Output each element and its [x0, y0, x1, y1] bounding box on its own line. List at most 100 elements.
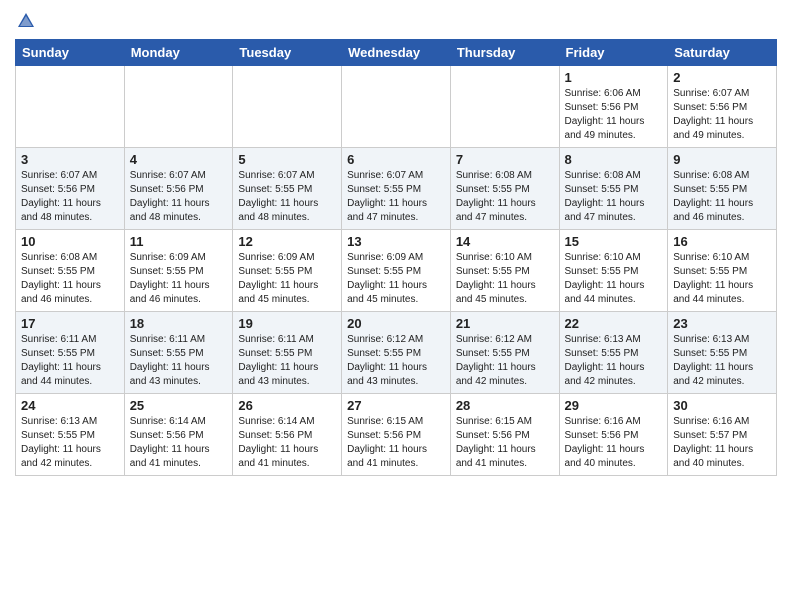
- calendar-week-row: 17 Sunrise: 6:11 AM Sunset: 5:55 PM Dayli…: [16, 312, 777, 394]
- day-info: Sunrise: 6:15 AM Sunset: 5:56 PM Dayligh…: [456, 415, 554, 471]
- calendar-cell: 26 Sunrise: 6:14 AM Sunset: 5:56 PM Dayli…: [233, 394, 342, 476]
- day-number: 11: [130, 234, 228, 249]
- calendar-cell: 7 Sunrise: 6:08 AM Sunset: 5:55 PM Daylig…: [450, 148, 559, 230]
- day-number: 18: [130, 316, 228, 331]
- calendar-cell: 30 Sunrise: 6:16 AM Sunset: 5:57 PM Dayli…: [668, 394, 777, 476]
- col-header-saturday: Saturday: [668, 40, 777, 66]
- calendar-cell: 21 Sunrise: 6:12 AM Sunset: 5:55 PM Dayli…: [450, 312, 559, 394]
- day-number: 30: [673, 398, 771, 413]
- day-info: Sunrise: 6:14 AM Sunset: 5:56 PM Dayligh…: [238, 415, 336, 471]
- day-number: 24: [21, 398, 119, 413]
- day-info: Sunrise: 6:07 AM Sunset: 5:56 PM Dayligh…: [21, 169, 119, 225]
- calendar-cell: 4 Sunrise: 6:07 AM Sunset: 5:56 PM Daylig…: [124, 148, 233, 230]
- day-number: 4: [130, 152, 228, 167]
- calendar-cell: 10 Sunrise: 6:08 AM Sunset: 5:55 PM Dayli…: [16, 230, 125, 312]
- day-info: Sunrise: 6:10 AM Sunset: 5:55 PM Dayligh…: [673, 251, 771, 307]
- day-number: 28: [456, 398, 554, 413]
- calendar-cell: 1Sunrise: 6:06 AM Sunset: 5:56 PM Daylig…: [559, 66, 668, 148]
- logo: [15, 10, 35, 31]
- calendar-cell: 20 Sunrise: 6:12 AM Sunset: 5:55 PM Dayli…: [342, 312, 451, 394]
- day-info: Sunrise: 6:08 AM Sunset: 5:55 PM Dayligh…: [21, 251, 119, 307]
- calendar-cell: [233, 66, 342, 148]
- day-info: Sunrise: 6:07 AM Sunset: 5:55 PM Dayligh…: [347, 169, 445, 225]
- calendar-cell: 3 Sunrise: 6:07 AM Sunset: 5:56 PM Daylig…: [16, 148, 125, 230]
- calendar-cell: 28 Sunrise: 6:15 AM Sunset: 5:56 PM Dayli…: [450, 394, 559, 476]
- day-number: 27: [347, 398, 445, 413]
- calendar-week-row: 1Sunrise: 6:06 AM Sunset: 5:56 PM Daylig…: [16, 66, 777, 148]
- day-number: 16: [673, 234, 771, 249]
- day-number: 10: [21, 234, 119, 249]
- day-number: 20: [347, 316, 445, 331]
- col-header-sunday: Sunday: [16, 40, 125, 66]
- calendar-cell: 23 Sunrise: 6:13 AM Sunset: 5:55 PM Dayli…: [668, 312, 777, 394]
- day-info: Sunrise: 6:09 AM Sunset: 5:55 PM Dayligh…: [347, 251, 445, 307]
- day-info: Sunrise: 6:08 AM Sunset: 5:55 PM Dayligh…: [673, 169, 771, 225]
- page: SundayMondayTuesdayWednesdayThursdayFrid…: [0, 0, 792, 486]
- day-info: Sunrise: 6:07 AM Sunset: 5:56 PM Dayligh…: [130, 169, 228, 225]
- calendar-cell: [16, 66, 125, 148]
- day-number: 12: [238, 234, 336, 249]
- day-number: 5: [238, 152, 336, 167]
- day-number: 13: [347, 234, 445, 249]
- day-number: 7: [456, 152, 554, 167]
- calendar-cell: 25Sunrise: 6:14 AM Sunset: 5:56 PM Dayli…: [124, 394, 233, 476]
- calendar-cell: [124, 66, 233, 148]
- day-info: Sunrise: 6:15 AM Sunset: 5:56 PM Dayligh…: [347, 415, 445, 471]
- calendar-cell: 13 Sunrise: 6:09 AM Sunset: 5:55 PM Dayli…: [342, 230, 451, 312]
- day-number: 21: [456, 316, 554, 331]
- day-number: 23: [673, 316, 771, 331]
- day-info: Sunrise: 6:07 AM Sunset: 5:55 PM Dayligh…: [238, 169, 336, 225]
- day-info: Sunrise: 6:09 AM Sunset: 5:55 PM Dayligh…: [130, 251, 228, 307]
- day-info: Sunrise: 6:07 AM Sunset: 5:56 PM Dayligh…: [673, 87, 771, 143]
- col-header-monday: Monday: [124, 40, 233, 66]
- day-number: 25: [130, 398, 228, 413]
- calendar-cell: 8 Sunrise: 6:08 AM Sunset: 5:55 PM Daylig…: [559, 148, 668, 230]
- day-info: Sunrise: 6:16 AM Sunset: 5:57 PM Dayligh…: [673, 415, 771, 471]
- day-info: Sunrise: 6:12 AM Sunset: 5:55 PM Dayligh…: [456, 333, 554, 389]
- day-info: Sunrise: 6:10 AM Sunset: 5:55 PM Dayligh…: [456, 251, 554, 307]
- calendar-cell: [342, 66, 451, 148]
- calendar-cell: 17 Sunrise: 6:11 AM Sunset: 5:55 PM Dayli…: [16, 312, 125, 394]
- calendar-cell: 6 Sunrise: 6:07 AM Sunset: 5:55 PM Daylig…: [342, 148, 451, 230]
- calendar-week-row: 3 Sunrise: 6:07 AM Sunset: 5:56 PM Daylig…: [16, 148, 777, 230]
- day-info: Sunrise: 6:08 AM Sunset: 5:55 PM Dayligh…: [565, 169, 663, 225]
- day-info: Sunrise: 6:11 AM Sunset: 5:55 PM Dayligh…: [130, 333, 228, 389]
- day-number: 6: [347, 152, 445, 167]
- day-number: 3: [21, 152, 119, 167]
- calendar-week-row: 24Sunrise: 6:13 AM Sunset: 5:55 PM Dayli…: [16, 394, 777, 476]
- col-header-wednesday: Wednesday: [342, 40, 451, 66]
- calendar-cell: 9 Sunrise: 6:08 AM Sunset: 5:55 PM Daylig…: [668, 148, 777, 230]
- day-number: 8: [565, 152, 663, 167]
- calendar-cell: 11 Sunrise: 6:09 AM Sunset: 5:55 PM Dayli…: [124, 230, 233, 312]
- day-number: 15: [565, 234, 663, 249]
- day-info: Sunrise: 6:11 AM Sunset: 5:55 PM Dayligh…: [21, 333, 119, 389]
- col-header-tuesday: Tuesday: [233, 40, 342, 66]
- day-info: Sunrise: 6:13 AM Sunset: 5:55 PM Dayligh…: [673, 333, 771, 389]
- day-info: Sunrise: 6:08 AM Sunset: 5:55 PM Dayligh…: [456, 169, 554, 225]
- day-number: 22: [565, 316, 663, 331]
- calendar-cell: 27 Sunrise: 6:15 AM Sunset: 5:56 PM Dayli…: [342, 394, 451, 476]
- calendar-cell: 2 Sunrise: 6:07 AM Sunset: 5:56 PM Daylig…: [668, 66, 777, 148]
- day-number: 2: [673, 70, 771, 85]
- calendar-cell: 29Sunrise: 6:16 AM Sunset: 5:56 PM Dayli…: [559, 394, 668, 476]
- calendar-cell: 16 Sunrise: 6:10 AM Sunset: 5:55 PM Dayli…: [668, 230, 777, 312]
- calendar-cell: 24Sunrise: 6:13 AM Sunset: 5:55 PM Dayli…: [16, 394, 125, 476]
- calendar-table: SundayMondayTuesdayWednesdayThursdayFrid…: [15, 39, 777, 476]
- calendar-cell: 12 Sunrise: 6:09 AM Sunset: 5:55 PM Dayli…: [233, 230, 342, 312]
- col-header-thursday: Thursday: [450, 40, 559, 66]
- day-info: Sunrise: 6:11 AM Sunset: 5:55 PM Dayligh…: [238, 333, 336, 389]
- calendar-cell: 22Sunrise: 6:13 AM Sunset: 5:55 PM Dayli…: [559, 312, 668, 394]
- logo-icon: [17, 12, 35, 30]
- day-number: 17: [21, 316, 119, 331]
- day-number: 29: [565, 398, 663, 413]
- day-info: Sunrise: 6:12 AM Sunset: 5:55 PM Dayligh…: [347, 333, 445, 389]
- day-info: Sunrise: 6:10 AM Sunset: 5:55 PM Dayligh…: [565, 251, 663, 307]
- day-number: 1: [565, 70, 663, 85]
- calendar-cell: 19Sunrise: 6:11 AM Sunset: 5:55 PM Dayli…: [233, 312, 342, 394]
- calendar-body: 1Sunrise: 6:06 AM Sunset: 5:56 PM Daylig…: [16, 66, 777, 476]
- day-number: 26: [238, 398, 336, 413]
- day-number: 9: [673, 152, 771, 167]
- col-header-friday: Friday: [559, 40, 668, 66]
- day-number: 14: [456, 234, 554, 249]
- day-info: Sunrise: 6:09 AM Sunset: 5:55 PM Dayligh…: [238, 251, 336, 307]
